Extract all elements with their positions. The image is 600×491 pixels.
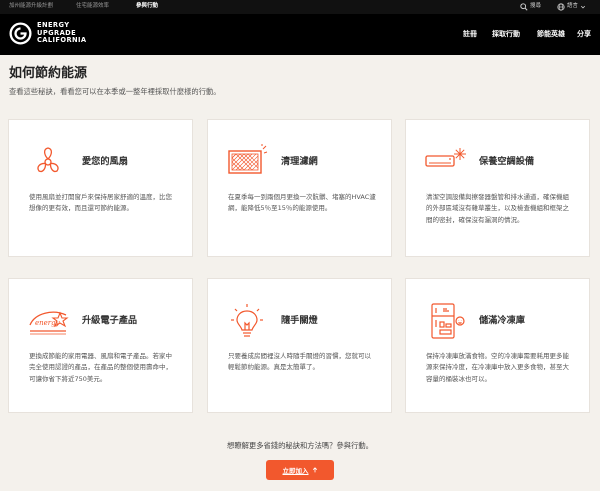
tip-description: 清潔空調設備與擦發器盤管和排水通道，確保機組的外部區域沒有雜草叢生，以及檢查機組… [426, 193, 569, 224]
tip-description: 更換成節能的家用電器、風扇和電子產品。若家中完全使用認證的產品，在產品的整個使用… [29, 352, 172, 383]
top-link-residential[interactable]: 住宅能源效率 [76, 2, 109, 11]
tip-description: 只要養成房間裡沒人時隨手關燈的習慣，您就可以輕鬆節約能源。真是太簡單了。 [228, 352, 371, 372]
tip-card-fan: 愛您的風扇 使用風扇並打開窗戶來保持居家舒適的溫度，比您想像的更有效，而且還可節… [8, 119, 193, 257]
top-link-get-involved[interactable]: 參與行動 [136, 2, 158, 11]
join-now-button[interactable]: 立即加入 [266, 460, 334, 480]
tip-title: 升級電子產品 [82, 315, 138, 326]
search-label: 搜尋 [530, 3, 542, 9]
page-title: 如何節約能源 [9, 66, 88, 81]
nav-share[interactable]: 分享 [577, 28, 591, 40]
tip-description: 在夏季每一到兩個月更換一次骯髒、堵塞的HVAC濾網，能降低5％至15％的能源使用… [228, 193, 376, 213]
nav-energy-heroes[interactable]: 節能英雄 [537, 28, 565, 40]
tip-card-ac: 保養空調設備 清潔空調設備與擦發器盤管和排水通道，確保機組的外部區域沒有雜草叢生… [405, 119, 590, 257]
refrigerator-icon [431, 303, 465, 339]
tip-title: 隨手關燈 [281, 315, 318, 326]
more-tips-prompt: 想瞭解更多省錢的秘訣和方法嗎？參與行動。 [227, 441, 373, 450]
tip-card-lights: 隨手關燈 只要養成房間裡沒人時隨手關燈的習慣，您就可以輕鬆節約能源。真是太簡單了… [207, 278, 392, 413]
air-filter-icon [228, 144, 268, 174]
energy-upgrade-logo[interactable]: ENERGY UPGRADE CALIFORNIA [9, 22, 87, 45]
svg-text:energy: energy [35, 319, 61, 327]
ac-unit-icon [425, 148, 466, 167]
search-link[interactable]: 搜尋 [520, 1, 541, 12]
nav-register[interactable]: 註冊 [463, 28, 477, 40]
light-bulb-icon [231, 304, 263, 337]
nav-take-action[interactable]: 採取行動 [492, 28, 520, 40]
tip-card-freezer: 儲滿冷凍庫 保持冷凍庫放滿食物。空的冷凍庫需要耗用更多能源來保持冷度，在冷凍庫中… [405, 278, 590, 413]
tip-description: 使用風扇並打開窗戶來保持居家舒適的溫度，比您想像的更有效，而且還可節約能源。 [29, 193, 172, 213]
tip-card-electronics: energy 升級電子產品 更換成節能的家用電器、風扇和電子產品。若家中完全使用… [8, 278, 193, 413]
tip-description: 保持冷凍庫放滿食物。空的冷凍庫需要耗用更多能源來保持冷度，在冷凍庫中放入更多食物… [426, 352, 569, 383]
arrow-up-icon [312, 467, 317, 473]
globe-icon [557, 2, 565, 11]
chevron-down-icon [580, 5, 586, 8]
tip-card-filter: 清理濾網 在夏季每一到兩個月更換一次骯髒、堵塞的HVAC濾網，能降低5％至15％… [207, 119, 392, 257]
tip-title: 儲滿冷凍庫 [479, 315, 525, 326]
site-header: ENERGY UPGRADE CALIFORNIA 註冊 採取行動 節能英雄 分… [0, 14, 600, 55]
energy-star-icon: energy [29, 311, 69, 335]
fan-icon [37, 147, 59, 173]
tip-title: 愛您的風扇 [82, 156, 128, 167]
search-icon [520, 2, 528, 11]
top-link-program[interactable]: 加州能源升級計劃 [9, 2, 53, 11]
tip-title: 清理濾網 [281, 156, 318, 167]
page-subtitle: 查看這些秘訣，看看您可以在本季或一整年裡採取什麼樣的行動。 [9, 87, 221, 96]
logo-mark-icon [9, 22, 32, 45]
tip-title: 保養空調設備 [479, 156, 535, 167]
top-utility-bar: 加州能源升級計劃 住宅能源效率 參與行動 搜尋 語言 [0, 0, 600, 14]
language-label: 語言 [567, 3, 579, 9]
join-now-label: 立即加入 [282, 467, 309, 475]
language-selector[interactable]: 語言 [557, 1, 586, 12]
logo-text: ENERGY UPGRADE CALIFORNIA [37, 21, 87, 45]
